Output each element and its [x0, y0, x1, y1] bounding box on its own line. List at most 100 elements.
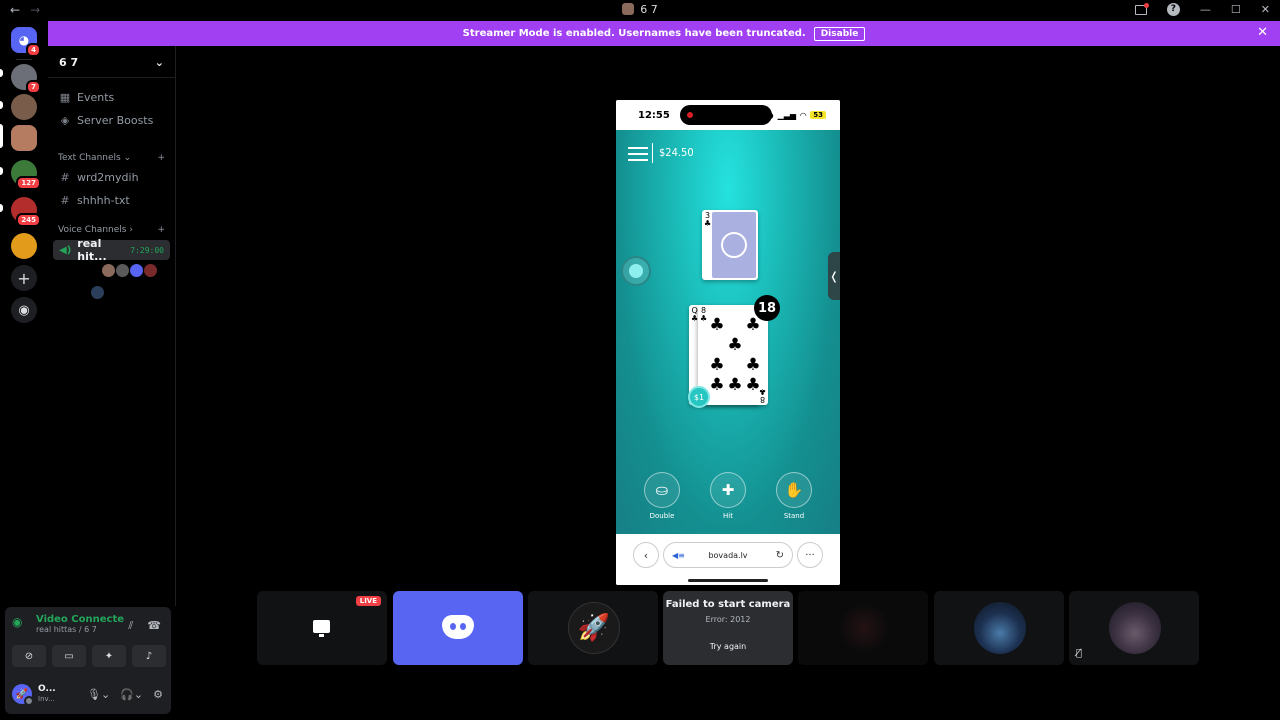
- avatar[interactable]: 🚀: [12, 684, 34, 706]
- voice-buttons: ⊘ ▭ ✦ ♪: [12, 645, 166, 667]
- guild-badge-5: 245: [16, 213, 41, 227]
- title-bar: ← → 6 7 ? — ☐ ✕: [0, 0, 1280, 21]
- voice-category-label: Voice Channels: [58, 225, 127, 235]
- card-pips: ♣ ♣ ♣ ♣ ♣ ♣ ♣ ♣: [709, 315, 761, 395]
- guild-icon-3[interactable]: [11, 125, 37, 151]
- voice-channel-real-hittas[interactable]: ◀) real hit... 7:29:00: [53, 237, 170, 263]
- camera-error-title: Failed to start camera: [665, 599, 791, 610]
- voice-user-avatar[interactable]: [102, 264, 115, 277]
- window-controls: ? — ☐ ✕: [1134, 2, 1270, 16]
- activities-button[interactable]: ✦: [92, 645, 126, 667]
- card-back: [712, 212, 756, 278]
- server-name: 6 7: [59, 56, 79, 69]
- avatar: [838, 602, 890, 654]
- settings-gear-icon[interactable]: ⚙: [153, 688, 163, 701]
- activities-icon: ✦: [104, 650, 114, 662]
- guild-badge-4: 127: [16, 176, 41, 190]
- voice-timer: 7:29:00: [130, 245, 164, 255]
- guild-icon-2[interactable]: [11, 94, 37, 120]
- close-window-button[interactable]: ✕: [1261, 3, 1270, 16]
- channel-shhhh-txt[interactable]: # shhhh-txt: [59, 194, 129, 207]
- unread-pill: [0, 101, 3, 109]
- inbox-icon[interactable]: [1134, 2, 1149, 15]
- assistive-touch-button[interactable]: [621, 256, 651, 286]
- participant-tile-selected[interactable]: [393, 591, 523, 665]
- hand-icon: ✋: [776, 472, 812, 508]
- text-category-label: Text Channels: [58, 153, 121, 163]
- reader-icon[interactable]: ◀≡: [672, 551, 685, 560]
- side-panel-handle[interactable]: ❬: [828, 252, 840, 300]
- user-row: 🚀 O... Inv... 🎙⌄ 🎧⌄ ⚙: [12, 681, 163, 707]
- discord-icon: [442, 615, 474, 639]
- close-icon[interactable]: ✕: [1257, 25, 1268, 40]
- maximize-button[interactable]: ☐: [1231, 3, 1241, 16]
- double-button[interactable]: ⛀ Double: [643, 472, 681, 520]
- microphone-icon[interactable]: 🎙⌄: [87, 688, 110, 701]
- boosts-item[interactable]: ◈ Server Boosts: [59, 114, 154, 127]
- add-channel-icon[interactable]: +: [157, 153, 165, 163]
- screen-share-button[interactable]: ▭: [52, 645, 86, 667]
- hit-label: Hit: [723, 512, 733, 520]
- more-button[interactable]: ···: [797, 542, 823, 568]
- username: O...: [38, 684, 56, 694]
- camera-off-button[interactable]: ⊘: [12, 645, 46, 667]
- channel-label: wrd2mydih: [77, 171, 139, 184]
- soundboard-icon: ♪: [145, 650, 153, 662]
- reload-icon[interactable]: ↻: [776, 550, 784, 561]
- voice-user-avatar[interactable]: [144, 264, 157, 277]
- participant-tile[interactable]: 🎙̸: [1069, 591, 1199, 665]
- hit-button[interactable]: ✚ Hit: [709, 472, 747, 520]
- hand-total-badge: 18: [754, 295, 780, 321]
- battery-icon: 53: [810, 111, 826, 119]
- phone-time: 12:55: [638, 109, 670, 121]
- add-server-button[interactable]: +: [11, 265, 37, 291]
- minimize-button[interactable]: —: [1200, 3, 1211, 16]
- plus-icon: +: [17, 268, 31, 288]
- try-again-button[interactable]: Try again: [702, 636, 754, 657]
- url-bar[interactable]: ◀≡ bovada.lv ↻: [663, 542, 793, 568]
- voice-connected-label: Video Connecte: [36, 614, 125, 625]
- voice-user-avatar[interactable]: [130, 264, 143, 277]
- voice-user-avatar[interactable]: [116, 264, 129, 277]
- cellular-icon: ▁▃▅: [777, 110, 797, 120]
- dynamic-island: [680, 105, 772, 125]
- text-category[interactable]: Text Channels ⌄ +: [58, 153, 165, 163]
- voice-category[interactable]: Voice Channels › +: [58, 225, 165, 235]
- help-icon[interactable]: ?: [1166, 3, 1180, 16]
- signal-icon[interactable]: ◉: [12, 615, 30, 633]
- card-index: 8 ♣: [700, 306, 708, 323]
- guild-icon-6[interactable]: [11, 233, 37, 259]
- participant-tile[interactable]: 🚀: [528, 591, 658, 665]
- guild-icon-1[interactable]: 7: [11, 64, 41, 94]
- guild-icon-5[interactable]: 245: [11, 197, 41, 227]
- voice-user-avatar[interactable]: [91, 286, 104, 299]
- noise-suppression-icon[interactable]: ⫽: [128, 619, 133, 633]
- user-substatus: Inv...: [38, 695, 55, 703]
- home-dm-button[interactable]: ◕ 4: [11, 27, 41, 57]
- channel-wrd2mydih[interactable]: # wrd2mydih: [59, 171, 139, 184]
- mic-muted-icon: 🎙̸: [1076, 648, 1083, 659]
- headphones-icon[interactable]: 🎧⌄: [120, 688, 143, 701]
- blackjack-table: $24.50 3 ♣ Q ♣ 8 ♣ ♣ ♣ ♣ ♣ ♣ ♣ ♣ ♣ 8 ♣ 18 $1 ❬: [616, 130, 840, 534]
- soundboard-button[interactable]: ♪: [132, 645, 166, 667]
- status-icons: ● ▁▃▅ ◠ 53: [767, 111, 826, 120]
- browser-back-button[interactable]: ‹: [633, 542, 659, 568]
- disable-streamer-button[interactable]: Disable: [813, 26, 866, 41]
- participant-tile[interactable]: [798, 591, 928, 665]
- explore-button[interactable]: ◉: [11, 297, 37, 323]
- participant-tile[interactable]: [934, 591, 1064, 665]
- hash-icon: #: [60, 194, 70, 207]
- voice-actions: ⫽ ☎: [128, 619, 161, 633]
- server-header[interactable]: 6 7 ⌄: [48, 46, 175, 78]
- events-item[interactable]: ▦ Events: [59, 91, 114, 104]
- menu-icon[interactable]: [628, 147, 648, 161]
- streamer-mode-banner: Streamer Mode is enabled. Usernames have…: [48, 21, 1280, 46]
- add-voice-channel-icon[interactable]: +: [157, 225, 165, 235]
- stream-tile[interactable]: LIVE: [257, 591, 387, 665]
- guild-icon-4[interactable]: 127: [11, 160, 41, 190]
- compass-icon: ◉: [18, 302, 30, 318]
- stream-view[interactable]: 12:55 ● ▁▃▅ ◠ 53 $24.50 3♣ Q♣ 8♣ ♣♣ ♣: [616, 100, 840, 585]
- voice-channel-label: real hit...: [77, 237, 107, 263]
- disconnect-icon[interactable]: ☎: [147, 619, 161, 633]
- stand-button[interactable]: ✋ Stand: [775, 472, 813, 520]
